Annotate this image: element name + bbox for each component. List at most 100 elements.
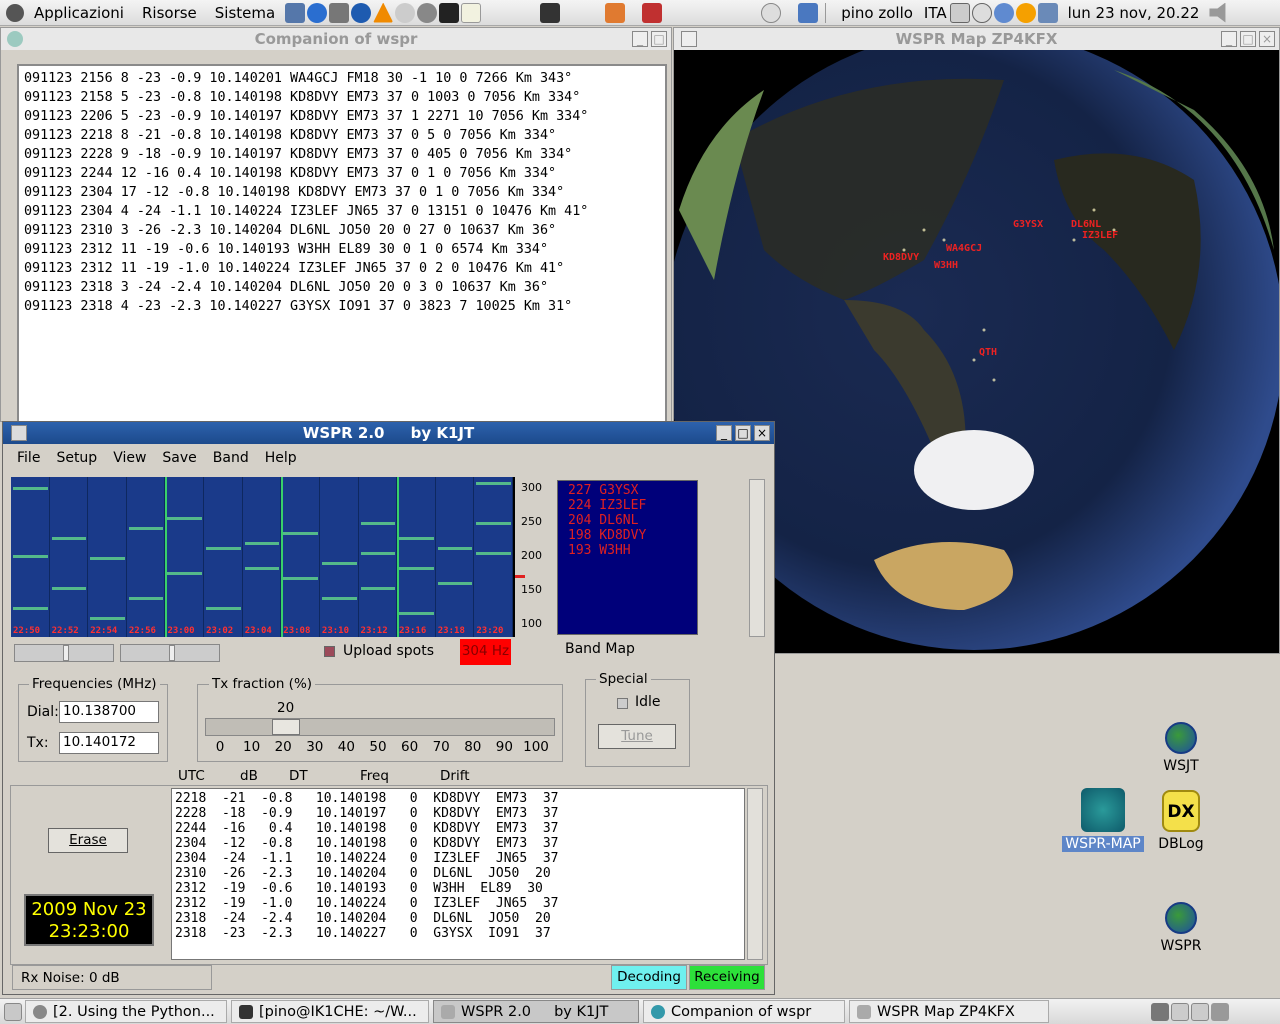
task-browser[interactable]: [2. Using the Python... [25,1000,227,1023]
band-map-entry: 224 IZ3LEF [568,498,647,513]
globe-icon[interactable] [417,2,438,23]
task-map[interactable]: WSPR Map ZP4KFX [849,1000,1049,1023]
task-terminal[interactable]: [pino@IK1CHE: ~/W... [231,1000,429,1023]
notepad-icon[interactable] [461,2,482,23]
task-label: [2. Using the Python... [53,1003,215,1020]
panel-separator [825,2,827,23]
menu-view[interactable]: View [105,450,154,466]
close-button[interactable]: × [754,425,770,441]
decode-row[interactable]: 2312 -19 -1.0 10.140224 0 IZ3LEF JN65 37 [175,896,741,911]
map-titlebar[interactable]: WSPR Map ZP4KFX _ □ × [674,28,1279,50]
camera-icon[interactable] [329,2,350,23]
minimize-button[interactable]: _ [1221,31,1237,47]
network-icon[interactable] [798,2,819,23]
companion-log-line: 091123 2228 9 -18 -0.9 10.140197 KD8DVY … [24,147,573,162]
film-icon[interactable] [439,2,460,23]
decode-row[interactable]: 2304 -24 -1.1 10.140224 0 IZ3LEF JN65 37 [175,851,741,866]
map-label-qth: QTH [979,347,998,358]
show-desktop-icon[interactable] [4,1002,22,1021]
decodes-scrollbar[interactable] [747,788,763,960]
decode-row[interactable]: 2318 -24 -2.4 10.140204 0 DL6NL JO50 20 [175,911,741,926]
brightness-slider[interactable] [14,644,114,662]
receiving-status: Receiving [689,965,765,990]
menu-risorse[interactable]: Risorse [133,4,206,22]
task-wspr[interactable]: WSPR 2.0 by K1JT [433,1000,639,1023]
signal-trace [360,552,396,555]
workspace-1-icon[interactable] [1151,1002,1169,1021]
keyboard-layout[interactable]: ITA [922,4,949,22]
menu-sistema[interactable]: Sistema [206,4,284,22]
tx-fraction-thumb[interactable] [272,719,300,735]
window-menu-icon[interactable] [11,425,27,441]
menu-band[interactable]: Band [205,450,257,466]
task-companion[interactable]: Companion of wspr [643,1000,845,1023]
calculator-icon[interactable] [642,2,663,23]
web-browser-icon[interactable] [307,2,328,23]
menu-applicazioni[interactable]: Applicazioni [25,4,133,22]
companion-log-line: 091123 2312 11 -19 -0.6 10.140193 W3HH E… [24,242,549,257]
waterfall-display[interactable]: 22:50 22:52 22:54 22:56 23:00 23:02 23:04 23:08… [11,477,513,637]
desktop-icon-wspr-map[interactable]: WSPR-MAP [1058,788,1148,852]
panel-clock[interactable]: lun 23 nov, 20.22 [1059,4,1209,22]
upload-spots-checkbox[interactable] [324,646,335,657]
volume-icon[interactable] [1209,2,1226,23]
close-button[interactable]: × [1259,31,1275,47]
power-icon[interactable] [971,2,992,23]
tx-fraction-slider[interactable] [205,718,555,736]
companion-log[interactable]: 091123 2156 8 -23 -0.9 10.140201 WA4GCJ … [17,64,667,429]
waterfall-time-label: 23:00 [167,626,195,636]
decode-row[interactable]: 2228 -18 -0.9 10.140197 0 KD8DVY EM73 37 [175,806,741,821]
companion-log-line: 091123 2318 4 -23 -2.3 10.140227 G3YSX I… [24,299,573,314]
companion-log-line: 091123 2318 3 -24 -2.4 10.140204 DL6NL J… [24,280,549,295]
editor-icon[interactable] [605,2,626,23]
waterfall-column: 22:50 [11,477,50,637]
band-map-scrollbar[interactable] [749,479,765,637]
menu-file[interactable]: File [9,450,48,466]
wifi-icon[interactable] [993,2,1014,23]
maximize-button[interactable]: □ [651,31,667,47]
chat-icon[interactable] [395,2,416,23]
erase-button[interactable]: Erase [48,828,128,853]
decode-row[interactable]: 2310 -26 -2.3 10.140204 0 DL6NL JO50 20 [175,866,741,881]
tune-button[interactable]: Tune [598,724,676,749]
terminal-icon[interactable] [540,2,561,23]
window-menu-icon[interactable] [7,31,23,47]
decode-row[interactable]: 2312 -19 -0.6 10.140193 0 W3HH EL89 30 [175,881,741,896]
dial-frequency-input[interactable]: 10.138700 [59,701,159,723]
weather-sun-icon[interactable] [1015,2,1036,23]
vlc-icon[interactable] [373,2,394,23]
desktop-icon-label: WSPR [1160,938,1202,954]
gnome-foot-icon[interactable] [6,3,24,22]
computer-icon[interactable] [1037,2,1058,23]
launcher-icon[interactable] [285,2,306,23]
battery-icon[interactable] [949,2,970,23]
decode-row[interactable]: 2244 -16 0.4 10.140198 0 KD8DVY EM73 37 [175,821,741,836]
menu-setup[interactable]: Setup [48,450,105,466]
trash-icon[interactable] [1211,1002,1229,1021]
maximize-button[interactable]: □ [1240,31,1256,47]
menu-help[interactable]: Help [257,450,305,466]
idle-checkbox[interactable] [617,698,628,709]
minimize-button[interactable]: _ [632,31,648,47]
companion-titlebar[interactable]: Companion of wspr _ □ [1,28,671,50]
user-name[interactable]: pino zollo [832,4,922,22]
workspace-3-icon[interactable] [1191,1002,1209,1021]
compass-icon[interactable] [351,2,372,23]
window-menu-icon[interactable] [681,31,697,47]
contrast-slider[interactable] [120,644,220,662]
workspace-2-icon[interactable] [1171,1002,1189,1021]
minimize-button[interactable]: _ [716,425,732,441]
waterfall-column: 23:18 [436,477,475,637]
desktop-icon-wspr[interactable]: WSPR [1150,902,1212,954]
tx-frequency-input[interactable]: 10.140172 [59,732,159,754]
decode-row[interactable]: 2218 -21 -0.8 10.140198 0 KD8DVY EM73 37 [175,791,741,806]
decode-row[interactable]: 2304 -12 -0.8 10.140198 0 KD8DVY EM73 37 [175,836,741,851]
menu-save[interactable]: Save [154,450,204,466]
clock-app-icon[interactable] [761,2,782,23]
wspr-titlebar[interactable]: WSPR 2.0 by K1JT _ □ × [3,422,774,444]
decodes-list[interactable]: 2218 -21 -0.8 10.140198 0 KD8DVY EM73 37… [171,788,745,960]
maximize-button[interactable]: □ [735,425,751,441]
desktop-icon-dblog[interactable]: DX DBLog [1150,790,1212,852]
desktop-icon-wsjt[interactable]: WSJT [1150,722,1212,774]
decode-row[interactable]: 2318 -23 -2.3 10.140227 0 G3YSX IO91 37 [175,926,741,941]
